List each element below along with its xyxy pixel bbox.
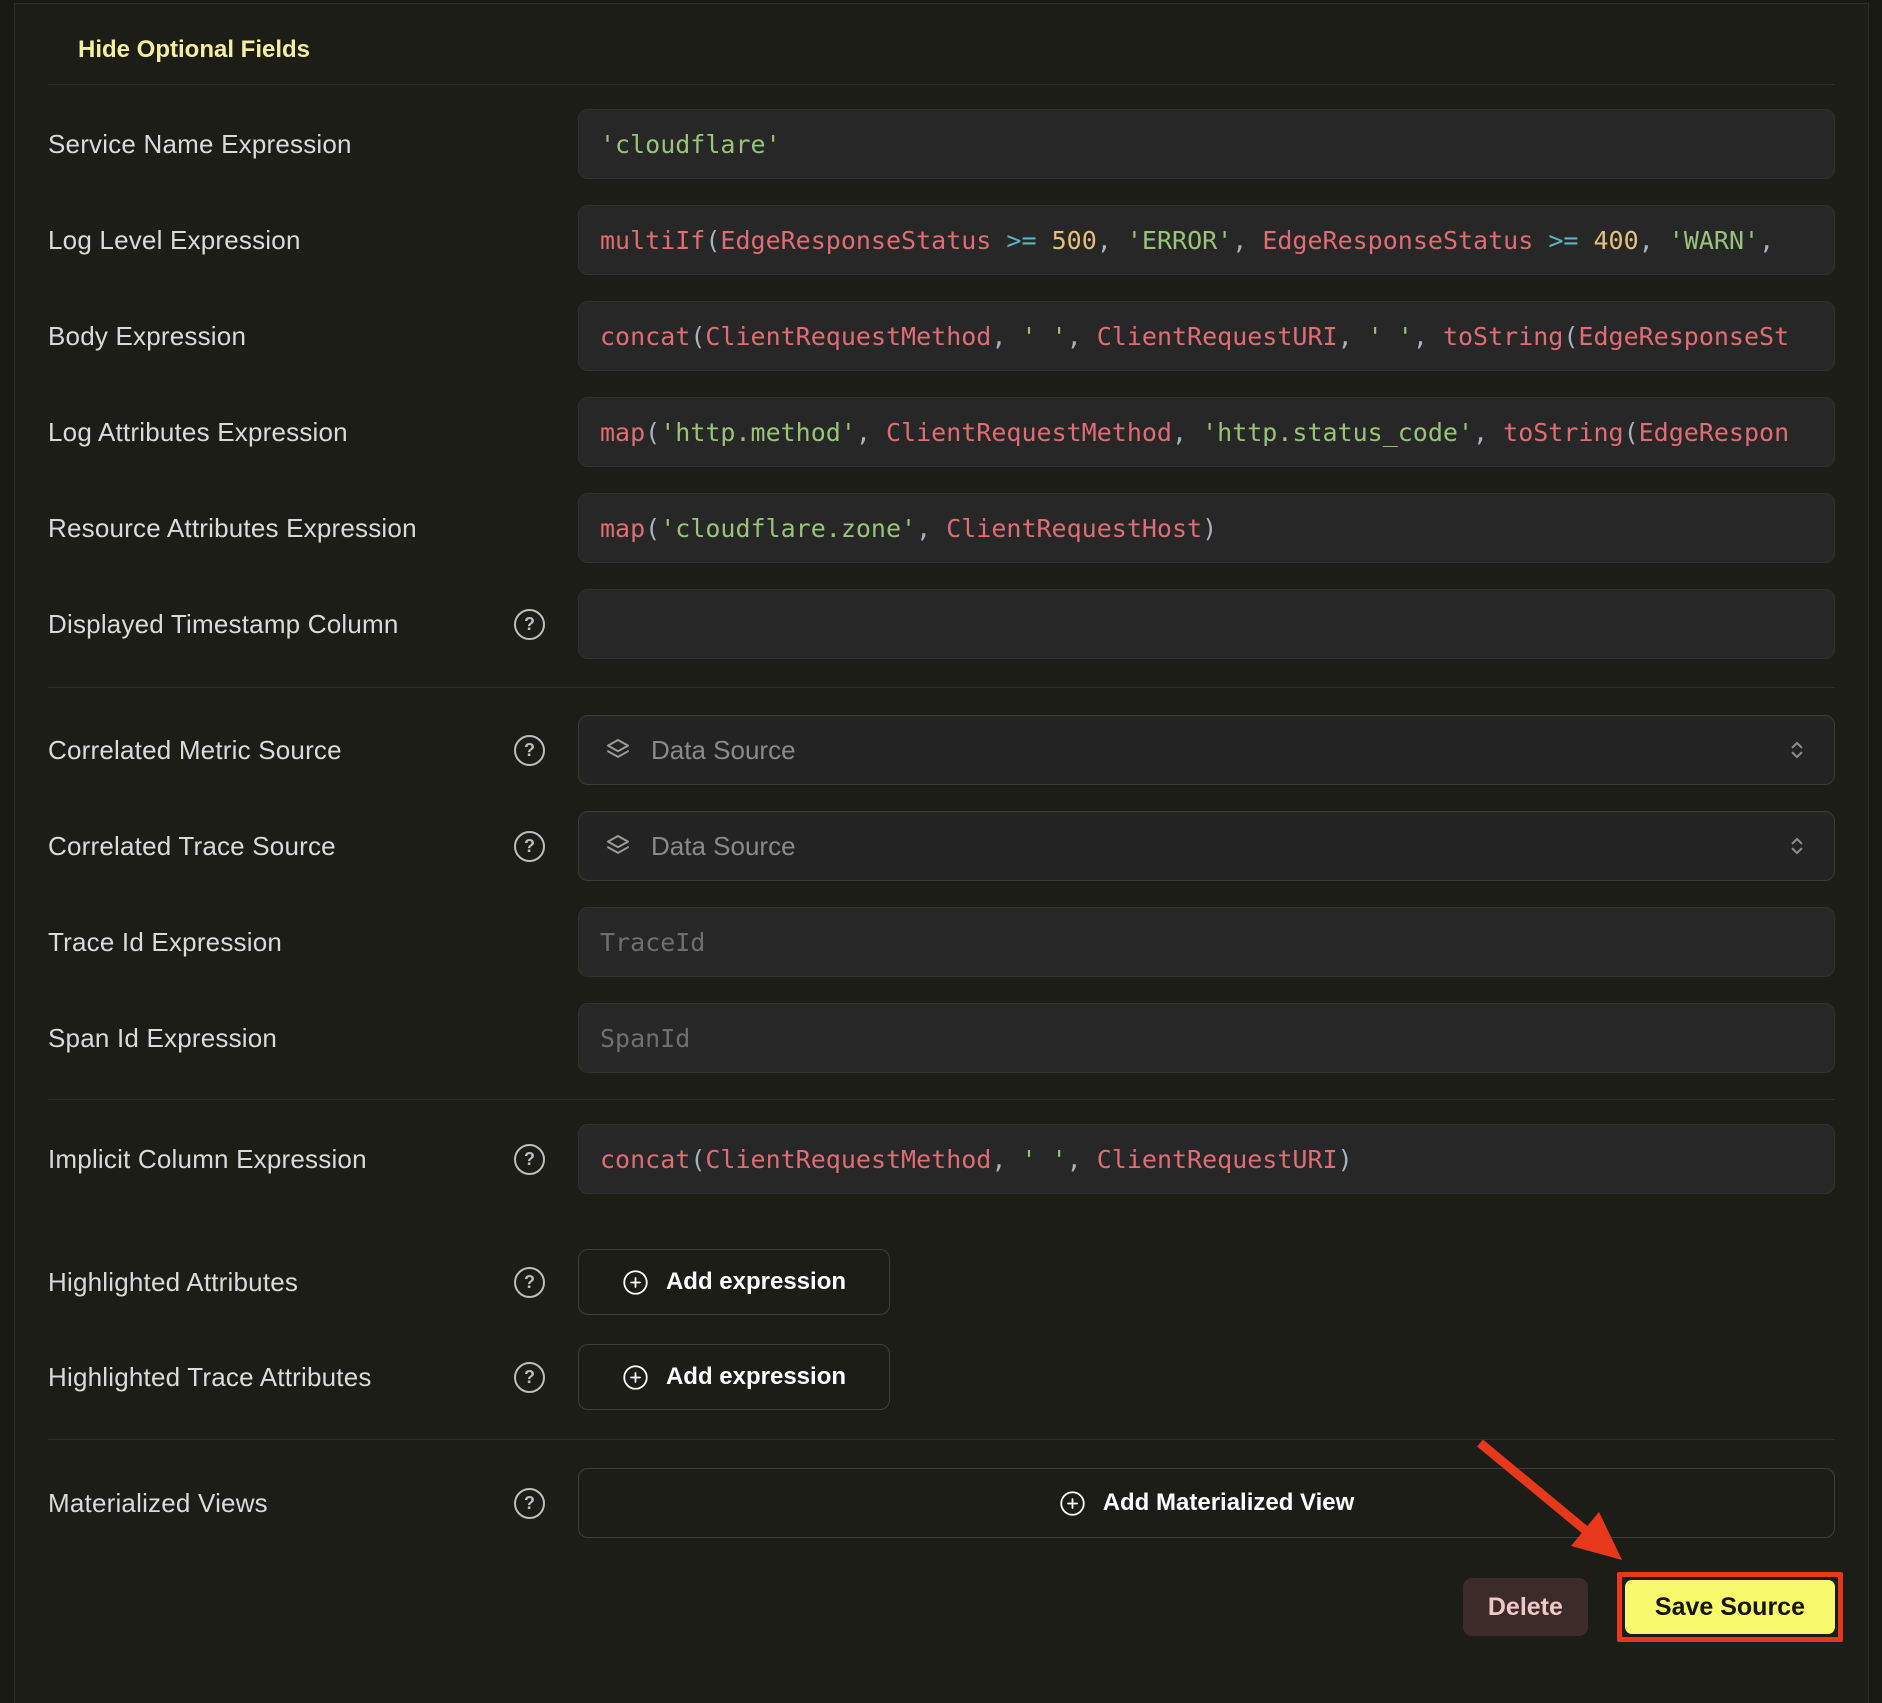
log-level-label: Log Level Expression	[48, 225, 301, 256]
implicit-column-expression-input[interactable]: concat(ClientRequestMethod, ' ', ClientR…	[578, 1124, 1835, 1194]
field-row-materialized-views: Materialized Views ? Add Materialized Vi…	[48, 1468, 1835, 1538]
add-expression-button[interactable]: Add expression	[578, 1344, 890, 1410]
highlighted-attributes-label: Highlighted Attributes	[48, 1267, 298, 1298]
resource-attributes-label: Resource Attributes Expression	[48, 513, 417, 544]
help-icon[interactable]: ?	[514, 1362, 545, 1393]
data-source-stack-icon	[603, 831, 633, 861]
plus-circle-icon	[622, 1364, 649, 1391]
divider	[48, 1099, 1835, 1100]
service-name-label: Service Name Expression	[48, 129, 352, 160]
displayed-timestamp-label: Displayed Timestamp Column	[48, 609, 399, 640]
service-name-expression-input[interactable]: 'cloudflare'	[578, 109, 1835, 179]
trace-id-label: Trace Id Expression	[48, 927, 282, 958]
field-row-highlighted-attributes: Highlighted Attributes ? Add expression	[48, 1249, 1835, 1315]
log-attributes-expression-input[interactable]: map('http.method', ClientRequestMethod, …	[578, 397, 1835, 467]
help-icon[interactable]: ?	[514, 735, 545, 766]
log-attributes-label: Log Attributes Expression	[48, 417, 348, 448]
correlated-trace-label: Correlated Trace Source	[48, 831, 336, 862]
field-row-correlated-metric: Correlated Metric Source ? Data Source	[48, 715, 1835, 785]
divider	[48, 84, 1835, 85]
delete-button[interactable]: Delete	[1463, 1578, 1588, 1636]
field-row-span-id: Span Id Expression	[48, 1003, 1835, 1073]
source-settings-panel: Hide Optional Fields Service Name Expres…	[14, 3, 1869, 1703]
highlighted-trace-attributes-label: Highlighted Trace Attributes	[48, 1362, 372, 1393]
field-row-service-name: Service Name Expression 'cloudflare'	[48, 109, 1835, 179]
field-row-trace-id: Trace Id Expression	[48, 907, 1835, 977]
add-expression-label: Add expression	[666, 1268, 846, 1296]
add-expression-button[interactable]: Add expression	[578, 1249, 890, 1315]
field-row-log-attributes: Log Attributes Expression map('http.meth…	[48, 397, 1835, 467]
chevron-updown-icon	[1784, 737, 1810, 763]
field-row-resource-attributes: Resource Attributes Expression map('clou…	[48, 493, 1835, 563]
add-materialized-view-button[interactable]: Add Materialized View	[578, 1468, 1835, 1538]
add-materialized-view-label: Add Materialized View	[1103, 1489, 1355, 1517]
help-icon[interactable]: ?	[514, 609, 545, 640]
resource-attributes-expression-input[interactable]: map('cloudflare.zone', ClientRequestHost…	[578, 493, 1835, 563]
correlated-metric-source-select[interactable]: Data Source	[578, 715, 1835, 785]
annotation-highlight-box: Save Source	[1617, 1572, 1843, 1642]
span-id-label: Span Id Expression	[48, 1023, 277, 1054]
help-icon[interactable]: ?	[514, 1144, 545, 1175]
field-row-correlated-trace: Correlated Trace Source ? Data Source	[48, 811, 1835, 881]
field-row-log-level: Log Level Expression multiIf(EdgeRespons…	[48, 205, 1835, 275]
log-level-expression-input[interactable]: multiIf(EdgeResponseStatus >= 500, 'ERRO…	[578, 205, 1835, 275]
correlated-trace-source-select[interactable]: Data Source	[578, 811, 1835, 881]
select-placeholder: Data Source	[651, 735, 796, 766]
divider	[48, 1439, 1835, 1440]
field-row-highlighted-trace-attributes: Highlighted Trace Attributes ? Add expre…	[48, 1344, 1835, 1410]
help-icon[interactable]: ?	[514, 1267, 545, 1298]
help-icon[interactable]: ?	[514, 831, 545, 862]
footer-actions: Delete Save Source	[48, 1572, 1835, 1642]
trace-id-expression-input[interactable]	[578, 907, 1835, 977]
save-source-button[interactable]: Save Source	[1625, 1580, 1835, 1634]
displayed-timestamp-input[interactable]	[578, 589, 1835, 659]
span-id-expression-input[interactable]	[578, 1003, 1835, 1073]
body-expression-input[interactable]: concat(ClientRequestMethod, ' ', ClientR…	[578, 301, 1835, 371]
field-row-body: Body Expression concat(ClientRequestMeth…	[48, 301, 1835, 371]
data-source-stack-icon	[603, 735, 633, 765]
implicit-column-label: Implicit Column Expression	[48, 1144, 367, 1175]
plus-circle-icon	[1059, 1490, 1086, 1517]
divider	[48, 687, 1835, 688]
select-placeholder: Data Source	[651, 831, 796, 862]
page: { "colors": { "code_red": "#e06c75", "co…	[0, 0, 1882, 1678]
help-icon[interactable]: ?	[514, 1488, 545, 1519]
materialized-views-label: Materialized Views	[48, 1488, 268, 1519]
plus-circle-icon	[622, 1269, 649, 1296]
field-row-displayed-timestamp: Displayed Timestamp Column ?	[48, 589, 1835, 659]
body-label: Body Expression	[48, 321, 246, 352]
add-expression-label: Add expression	[666, 1363, 846, 1391]
correlated-metric-label: Correlated Metric Source	[48, 735, 342, 766]
field-row-implicit-column: Implicit Column Expression ? concat(Clie…	[48, 1124, 1835, 1194]
hide-optional-fields-link[interactable]: Hide Optional Fields	[78, 36, 310, 64]
chevron-updown-icon	[1784, 833, 1810, 859]
